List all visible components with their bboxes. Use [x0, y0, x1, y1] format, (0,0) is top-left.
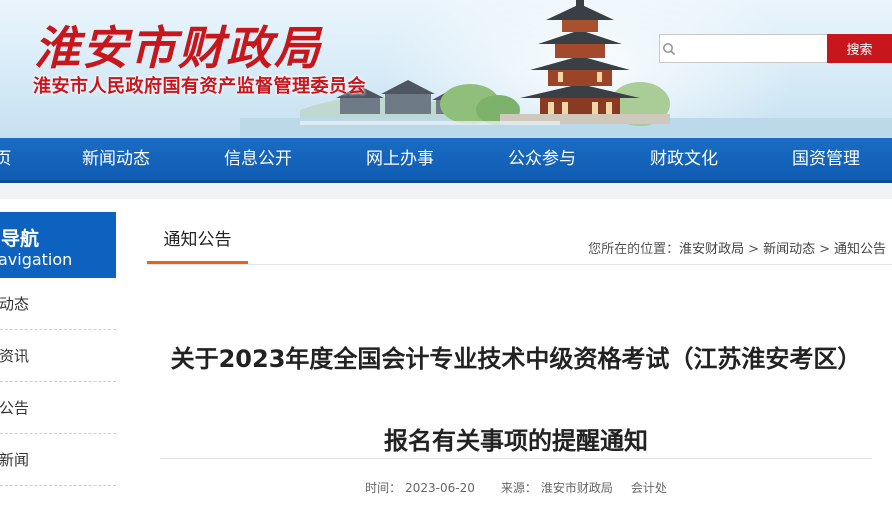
sidebar-item-label: 知公告 [0, 399, 30, 417]
publish-time-label: 时间： [365, 481, 402, 495]
nav-item-finance-culture[interactable]: 财政文化 [640, 138, 728, 180]
site-subtitle: 淮安市人民政府国有资产监督管理委员会 [33, 76, 366, 97]
sidebar-item-photo-news[interactable]: 片新闻 [0, 434, 116, 486]
section-tab-notices[interactable]: 通知公告 [147, 228, 248, 264]
title-divider [160, 458, 872, 459]
breadcrumb: 您所在的位置：淮安财政局 > 新闻动态 > 通知公告 [588, 238, 886, 257]
nav-item-news[interactable]: 新闻动态 [72, 138, 160, 180]
section-divider [147, 264, 892, 265]
nav-item-state-assets[interactable]: 国资管理 [782, 138, 870, 180]
nav-item-public-participation[interactable]: 公众参与 [498, 138, 586, 180]
breadcrumb-link-news[interactable]: 新闻动态 [763, 242, 815, 257]
sidebar-item-notices[interactable]: 知公告 [0, 382, 116, 434]
publish-time: 2023-06-20 [405, 481, 475, 495]
search-button[interactable]: 搜索 [827, 34, 892, 63]
breadcrumb-prefix: 您所在的位置： [588, 242, 680, 257]
nav-item-info-disclosure[interactable]: 信息公开 [214, 138, 302, 180]
site-title: 淮安市财政局 [34, 21, 322, 75]
nav-item-online-services[interactable]: 网上办事 [356, 138, 444, 180]
article-meta: 时间： 2023-06-20 来源： 淮安市财政局 会计处 [160, 479, 872, 496]
nav-shadow-strip [0, 183, 892, 199]
sidebar-heading: 内导航 Navigation [0, 212, 116, 278]
sidebar-item-work-news[interactable]: 作动态 [0, 278, 116, 330]
department-value: 会计处 [630, 481, 667, 495]
search-icon [660, 35, 677, 62]
sidebar-item-label: 作动态 [0, 295, 30, 313]
search-box [659, 34, 828, 63]
sidebar-heading-cn: 内导航 [0, 228, 40, 250]
search-input[interactable] [677, 35, 827, 62]
nav-item-home[interactable]: 页 [0, 138, 14, 180]
breadcrumb-separator: > [748, 242, 760, 257]
sidebar-heading-en: Navigation [0, 250, 73, 269]
breadcrumb-separator: > [819, 242, 830, 257]
sidebar-item-label: 片新闻 [0, 451, 30, 469]
sidebar-item-label: 经资讯 [0, 347, 30, 365]
header-banner: 淮安市财政局 淮安市人民政府国有资产监督管理委员会 搜索 [0, 0, 892, 138]
breadcrumb-link-notices[interactable]: 通知公告 [834, 242, 886, 257]
sidebar-item-finance-info[interactable]: 经资讯 [0, 330, 116, 382]
main-nav: 页 新闻动态 信息公开 网上办事 公众参与 财政文化 国资管理 [0, 138, 892, 183]
source-value: 淮安市财政局 [540, 481, 613, 495]
breadcrumb-link-home[interactable]: 淮安财政局 [679, 242, 744, 257]
source-label: 来源： [500, 481, 537, 495]
